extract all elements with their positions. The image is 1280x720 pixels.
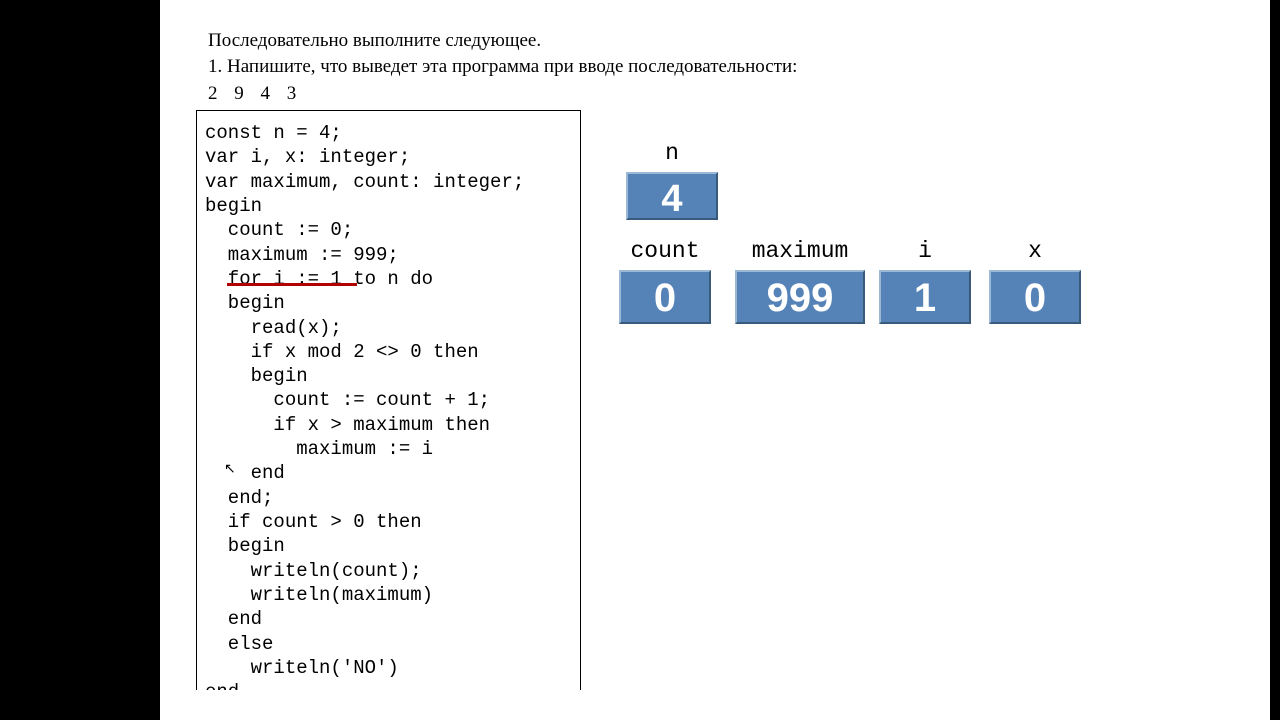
code-line: end. — [205, 681, 251, 690]
code-line: if x > maximum then — [205, 414, 490, 436]
var-maximum-label: maximum — [730, 238, 870, 264]
document-page: Последовательно выполните следующее. 1. … — [160, 0, 1270, 720]
var-count-value: 0 — [619, 270, 711, 324]
var-x-value: 0 — [989, 270, 1081, 324]
code-line: else — [205, 633, 273, 655]
var-maximum-value: 999 — [735, 270, 865, 324]
var-row-1: n 4 — [626, 140, 718, 220]
code-line: writeln(maximum) — [205, 584, 433, 606]
var-n-value: 4 — [626, 172, 718, 220]
code-line: if x mod 2 <> 0 then — [205, 341, 479, 363]
var-i: i 1 — [870, 238, 980, 324]
code-line: writeln('NO') — [205, 657, 399, 679]
code-line: begin — [205, 292, 285, 314]
var-row-2: count 0 maximum 999 i 1 x 0 — [600, 238, 1090, 324]
code-line: var i, x: integer; — [205, 146, 410, 168]
code-line: begin — [205, 535, 285, 557]
var-count-label: count — [600, 238, 730, 264]
var-x: x 0 — [980, 238, 1090, 324]
var-n: n 4 — [626, 140, 718, 220]
code-listing: const n = 4; var i, x: integer; var maxi… — [196, 110, 581, 690]
input-sequence: 2 9 4 3 — [208, 81, 797, 107]
code-line: end; — [205, 487, 273, 509]
var-n-label: n — [626, 140, 718, 166]
code-line: var maximum, count: integer; — [205, 171, 524, 193]
code-line: maximum := i — [205, 438, 433, 460]
code-line: maximum := 999; — [205, 244, 399, 266]
code-line: if count > 0 then — [205, 511, 422, 533]
task-header: Последовательно выполните следующее. 1. … — [208, 28, 797, 107]
task-line1: Последовательно выполните следующее. — [208, 28, 797, 54]
code-line: begin — [205, 365, 308, 387]
var-maximum: maximum 999 — [730, 238, 870, 324]
code-line: end — [205, 608, 262, 630]
code-line-highlighted: for i := 1 to n do — [205, 268, 433, 290]
code-line: end — [205, 462, 285, 484]
var-i-value: 1 — [879, 270, 971, 324]
var-i-label: i — [870, 238, 980, 264]
code-line: count := count + 1; — [205, 389, 490, 411]
code-underline — [227, 283, 357, 286]
code-line: count := 0; — [205, 219, 353, 241]
var-x-label: x — [980, 238, 1090, 264]
code-line: writeln(count); — [205, 560, 422, 582]
code-line: begin — [205, 195, 262, 217]
var-count: count 0 — [600, 238, 730, 324]
mouse-cursor-icon: ↖ — [224, 460, 236, 477]
code-line: const n = 4; — [205, 122, 342, 144]
code-line: read(x); — [205, 317, 342, 339]
task-line2: 1. Напишите, что выведет эта программа п… — [208, 54, 797, 80]
